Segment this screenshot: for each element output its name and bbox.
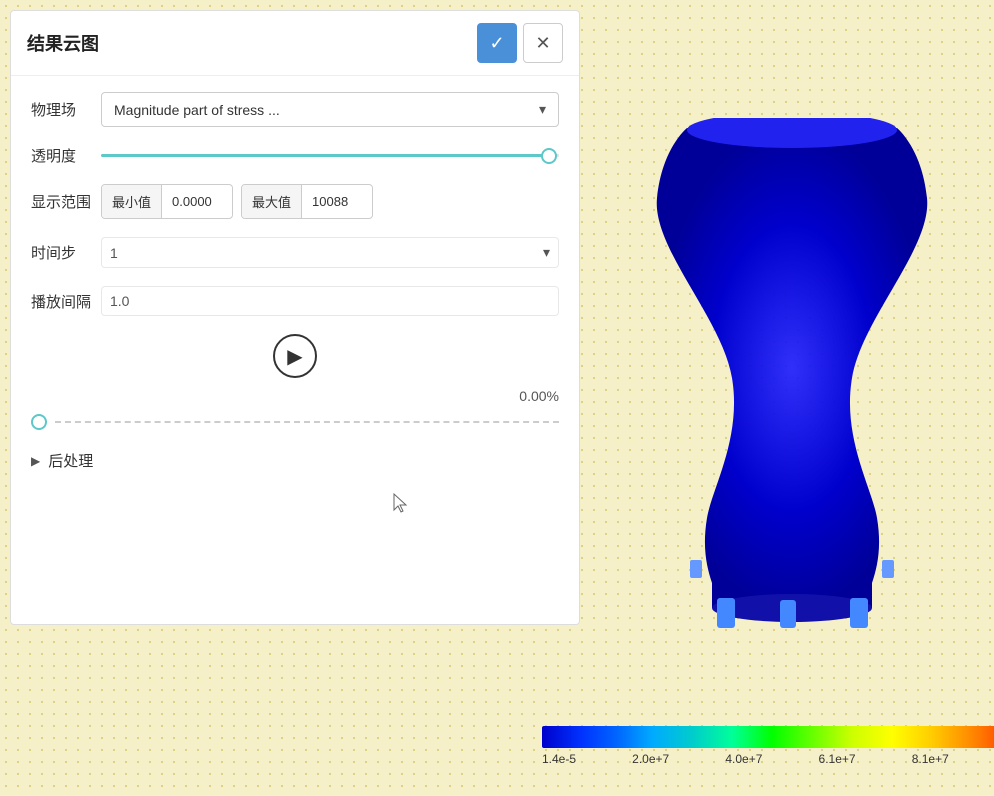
header-buttons: ✓ ✕ — [477, 23, 563, 63]
timestep-control: 1 ▾ — [101, 237, 559, 268]
play-button[interactable]: ▶ — [273, 334, 317, 378]
progress-circle — [31, 414, 47, 430]
legend-label-2: 4.0e+7 — [725, 752, 762, 766]
physics-field-label: 物理场 — [31, 99, 101, 120]
slider-track — [101, 154, 559, 157]
timestep-label: 时间步 — [31, 242, 101, 263]
legend-bar — [542, 726, 994, 748]
transparency-label: 透明度 — [31, 145, 101, 166]
play-interval-control: 1.0 — [101, 286, 559, 316]
play-interval-row: 播放间隔 1.0 — [31, 286, 559, 316]
side-accent-left — [690, 560, 702, 578]
transparency-row: 透明度 — [31, 145, 559, 166]
progress-line — [55, 421, 559, 423]
support-leg-1 — [717, 598, 735, 628]
panel-header: 结果云图 ✓ ✕ — [11, 11, 579, 76]
physics-field-control: Magnitude part of stress ... ▾ — [101, 92, 559, 127]
max-range-group: 最大值 10088 — [241, 184, 373, 219]
close-button[interactable]: ✕ — [523, 23, 563, 63]
tower-body — [657, 128, 928, 608]
min-label: 最小值 — [102, 185, 162, 218]
color-legend: 1.4e-5 2.0e+7 4.0e+7 6.1e+7 8.1e+7 1.0e+… — [542, 726, 994, 766]
display-range-row: 显示范围 最小值 0.0000 最大值 10088 — [31, 184, 559, 219]
legend-label-4: 8.1e+7 — [912, 752, 949, 766]
progress-text: 0.00% — [519, 388, 559, 404]
timestep-dropdown[interactable]: 1 ▾ — [101, 237, 559, 268]
support-leg-2 — [780, 600, 796, 628]
min-range-group: 最小值 0.0000 — [101, 184, 233, 219]
post-processing-section[interactable]: ▶ 后处理 — [31, 450, 559, 471]
slider-thumb — [541, 148, 557, 164]
display-range-label: 显示范围 — [31, 191, 101, 212]
tower-svg — [632, 118, 952, 638]
max-value[interactable]: 10088 — [302, 187, 372, 216]
tower-container — [632, 118, 952, 638]
physics-field-value: Magnitude part of stress ... — [114, 102, 280, 118]
play-interval-input[interactable]: 1.0 — [101, 286, 559, 316]
dropdown-arrow-icon: ▾ — [539, 101, 546, 118]
play-row: ▶ 0.00% — [31, 334, 559, 404]
post-processing-label: 后处理 — [48, 450, 93, 471]
timestep-arrow-icon: ▾ — [543, 244, 550, 261]
legend-labels: 1.4e-5 2.0e+7 4.0e+7 6.1e+7 8.1e+7 1.0e+… — [542, 752, 994, 766]
support-leg-3 — [850, 598, 868, 628]
legend-label-0: 1.4e-5 — [542, 752, 576, 766]
transparency-slider[interactable] — [101, 146, 559, 166]
physics-field-row: 物理场 Magnitude part of stress ... ▾ — [31, 92, 559, 127]
progress-bar-row — [31, 414, 559, 430]
side-accent-right — [882, 560, 894, 578]
mouse-cursor — [392, 492, 412, 516]
results-panel: 结果云图 ✓ ✕ 物理场 Magnitude part of stress ..… — [10, 10, 580, 625]
range-inputs: 最小值 0.0000 最大值 10088 — [101, 184, 559, 219]
timestep-value: 1 — [110, 245, 118, 261]
transparency-control — [101, 146, 559, 166]
max-label: 最大值 — [242, 185, 302, 218]
legend-label-1: 2.0e+7 — [632, 752, 669, 766]
min-value[interactable]: 0.0000 — [162, 187, 232, 216]
interval-value: 1.0 — [110, 293, 129, 309]
panel-title: 结果云图 — [27, 30, 99, 56]
physics-field-dropdown[interactable]: Magnitude part of stress ... ▾ — [101, 92, 559, 127]
play-interval-label: 播放间隔 — [31, 291, 101, 312]
timestep-row: 时间步 1 ▾ — [31, 237, 559, 268]
panel-body: 物理场 Magnitude part of stress ... ▾ 透明度 — [11, 76, 579, 487]
post-processing-arrow: ▶ — [31, 454, 40, 468]
visualization-area: 1.4e-5 2.0e+7 4.0e+7 6.1e+7 8.1e+7 1.0e+… — [600, 10, 984, 786]
confirm-button[interactable]: ✓ — [477, 23, 517, 63]
legend-label-3: 6.1e+7 — [819, 752, 856, 766]
play-icon: ▶ — [287, 344, 302, 369]
